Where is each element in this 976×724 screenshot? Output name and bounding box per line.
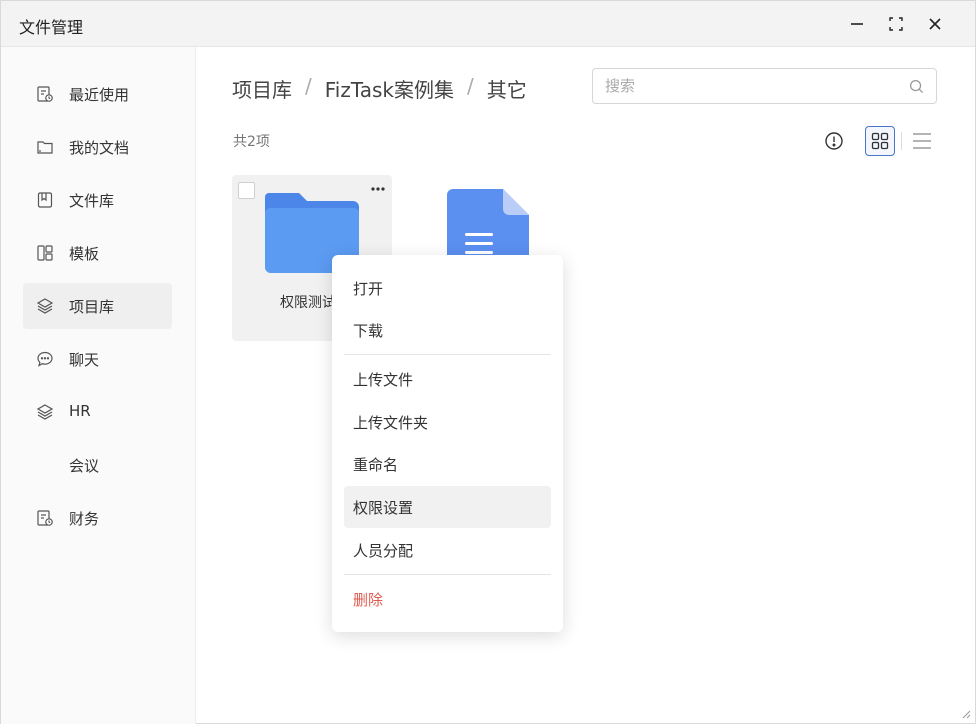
sidebar-item-chat[interactable]: 聊天: [23, 336, 172, 382]
search-input[interactable]: [593, 69, 903, 103]
maximize-button[interactable]: [883, 11, 909, 37]
sidebar-item-finance[interactable]: 财务: [23, 495, 172, 541]
resize-edge[interactable]: [969, 47, 975, 717]
breadcrumb-separator: /: [305, 74, 312, 98]
breadcrumb-item-current: 其它: [486, 78, 527, 102]
search-box: [592, 68, 937, 104]
menu-item-upload-file[interactable]: 上传文件: [344, 358, 551, 400]
recent-doc-icon: [37, 86, 53, 102]
info-icon: [825, 132, 843, 150]
resize-grip-icon[interactable]: [959, 707, 971, 719]
sidebar-item-label: 我的文档: [69, 139, 130, 157]
toolbar-divider: [901, 132, 902, 150]
grid-view-icon: [871, 132, 889, 150]
sidebar: 最近使用 我的文档 文件库 模板 项目库 聊天 HR 会议 财务: [1, 47, 196, 724]
sidebar-item-label: HR: [69, 402, 91, 420]
sidebar-item-library[interactable]: 文件库: [23, 177, 172, 223]
menu-item-open[interactable]: 打开: [344, 267, 551, 309]
more-options-button[interactable]: [370, 181, 386, 197]
search-icon[interactable]: [909, 79, 924, 94]
list-view-icon: [913, 133, 931, 149]
breadcrumb-item[interactable]: 项目库: [232, 74, 292, 103]
menu-divider: [344, 354, 551, 355]
close-button[interactable]: [922, 11, 948, 37]
breadcrumb-item[interactable]: FizTask案例集: [325, 74, 454, 103]
file-manager-window: 文件管理 最近使用 我的文档 文件库 模板 项目库 聊天 HR 会议 财务 项目…: [0, 0, 976, 724]
menu-item-label: 上传文件夹: [353, 414, 429, 432]
menu-item-rename[interactable]: 重命名: [344, 443, 551, 485]
title-bar: 文件管理: [1, 1, 975, 47]
grid-view-button[interactable]: [865, 126, 895, 156]
info-button[interactable]: [819, 126, 849, 156]
breadcrumb: 项目库 / FizTask案例集 / 其它: [232, 74, 527, 103]
sidebar-item-label: 最近使用: [69, 86, 130, 104]
minimize-button[interactable]: [844, 11, 870, 37]
more-horizontal-icon: [371, 187, 385, 191]
item-count: 共2项: [233, 134, 270, 150]
sidebar-item-projects[interactable]: 项目库: [23, 283, 172, 329]
sidebar-item-label: 会议: [69, 457, 100, 475]
sidebar-item-label: 财务: [69, 510, 100, 528]
document-icon[interactable]: [447, 189, 529, 259]
context-menu: 打开 下载 上传文件 上传文件夹 重命名 权限设置 人员分配 删除: [332, 255, 563, 632]
menu-item-download[interactable]: 下载: [344, 309, 551, 351]
sidebar-item-label: 模板: [69, 245, 100, 263]
menu-item-label: 下载: [353, 322, 384, 340]
minimize-icon: [851, 23, 863, 25]
window-title: 文件管理: [19, 18, 84, 37]
sidebar-item-my-docs[interactable]: 我的文档: [23, 124, 172, 170]
main-content: 项目库 / FizTask案例集 / 其它 共2项: [197, 47, 975, 724]
maximize-icon: [889, 17, 903, 31]
layers-icon: [36, 298, 54, 314]
template-icon: [37, 245, 53, 261]
menu-item-assign-members[interactable]: 人员分配: [344, 529, 551, 571]
menu-item-label: 上传文件: [353, 371, 414, 389]
breadcrumb-separator: /: [467, 74, 474, 98]
menu-item-label: 权限设置: [353, 499, 414, 517]
menu-item-label: 删除: [353, 591, 384, 609]
sidebar-item-templates[interactable]: 模板: [23, 230, 172, 276]
menu-item-permissions[interactable]: 权限设置: [344, 486, 551, 528]
sidebar-item-label: 文件库: [69, 192, 115, 210]
sidebar-item-hr[interactable]: HR: [23, 389, 172, 435]
menu-item-upload-folder[interactable]: 上传文件夹: [344, 401, 551, 443]
close-icon: [929, 18, 941, 30]
select-checkbox[interactable]: [238, 182, 255, 199]
chat-bubble-icon: [37, 351, 53, 367]
sidebar-item-meetings[interactable]: 会议: [23, 442, 172, 488]
folder-outline-icon: [37, 141, 53, 154]
layers-icon: [36, 404, 54, 420]
sidebar-item-label: 项目库: [69, 298, 115, 316]
list-view-button[interactable]: [907, 126, 937, 156]
menu-item-label: 打开: [353, 280, 384, 298]
menu-item-label: 重命名: [353, 456, 399, 474]
menu-divider: [344, 574, 551, 575]
bookmark-book-icon: [37, 192, 53, 208]
sidebar-item-label: 聊天: [69, 351, 100, 369]
menu-item-delete[interactable]: 删除: [344, 578, 551, 620]
sidebar-item-recent[interactable]: 最近使用: [23, 71, 172, 117]
recent-doc-icon: [37, 510, 53, 526]
menu-item-label: 人员分配: [353, 542, 414, 560]
